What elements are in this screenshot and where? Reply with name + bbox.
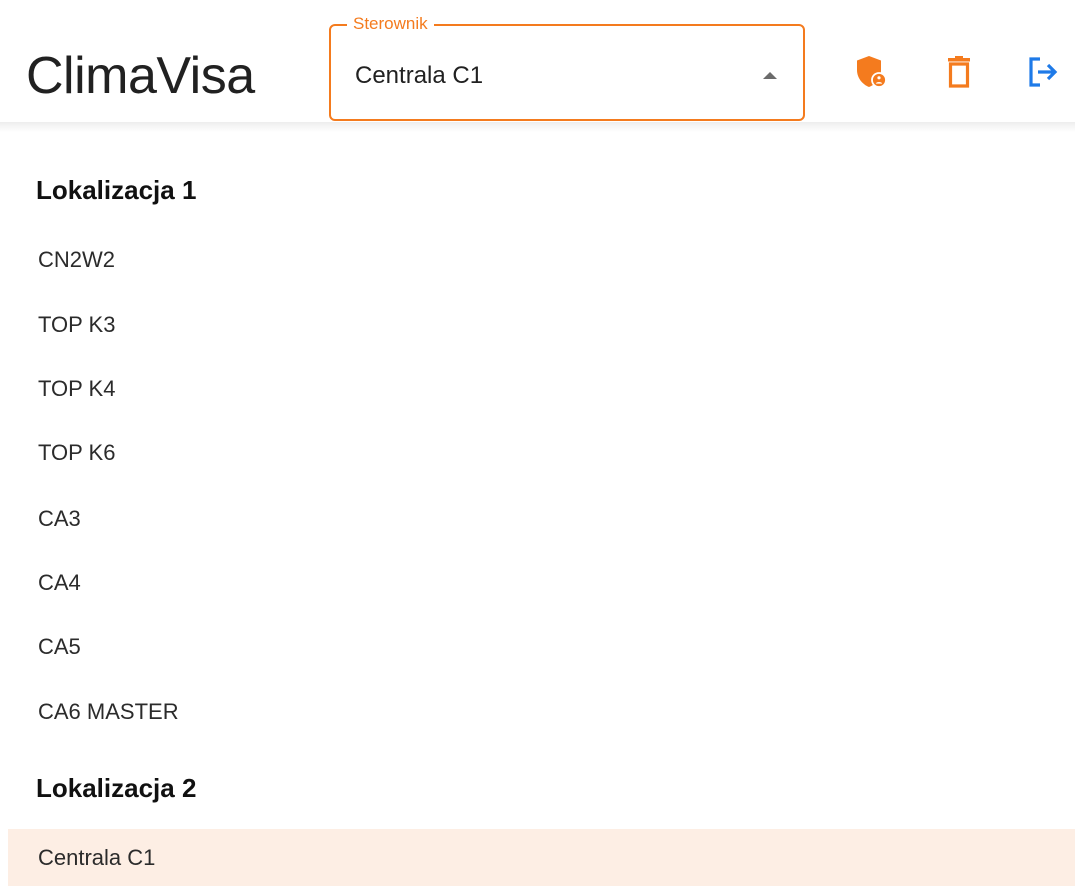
controller-select[interactable]: Sterownik Centrala C1 [329, 13, 805, 121]
list-item[interactable]: CA3 [8, 490, 1075, 548]
list-item[interactable]: CA6 MASTER [8, 683, 1075, 741]
admin-button[interactable] [852, 52, 892, 92]
list-item[interactable]: CN2W2 [8, 231, 1075, 289]
group-title: Lokalizacja 2 [36, 773, 197, 803]
list-item[interactable]: TOP K3 [8, 296, 1075, 354]
controller-select-label: Sterownik [347, 13, 434, 35]
logout-icon [1029, 57, 1058, 87]
caret-up-icon [763, 72, 777, 79]
list-item[interactable]: CA5 [8, 618, 1075, 676]
header-shadow [0, 122, 1075, 132]
list-item-selected[interactable]: Centrala C1 [8, 829, 1075, 886]
group-title: Lokalizacja 1 [36, 175, 197, 205]
app-header: ClimaVisa Sterownik Centrala C1 [0, 0, 1075, 124]
controller-select-value: Centrala C1 [355, 62, 484, 89]
list-item[interactable]: TOP K6 [8, 424, 1075, 482]
admin-shield-icon [857, 56, 887, 88]
app-title: ClimaVisa [26, 47, 255, 105]
logout-button[interactable] [1024, 52, 1064, 92]
delete-button[interactable] [939, 52, 979, 92]
app-root: ClimaVisa Sterownik Centrala C1 Lokaliza… [0, 0, 1075, 886]
list-item[interactable]: CA4 [8, 554, 1075, 612]
list-item[interactable]: TOP K4 [8, 360, 1075, 418]
trash-icon [948, 56, 970, 88]
